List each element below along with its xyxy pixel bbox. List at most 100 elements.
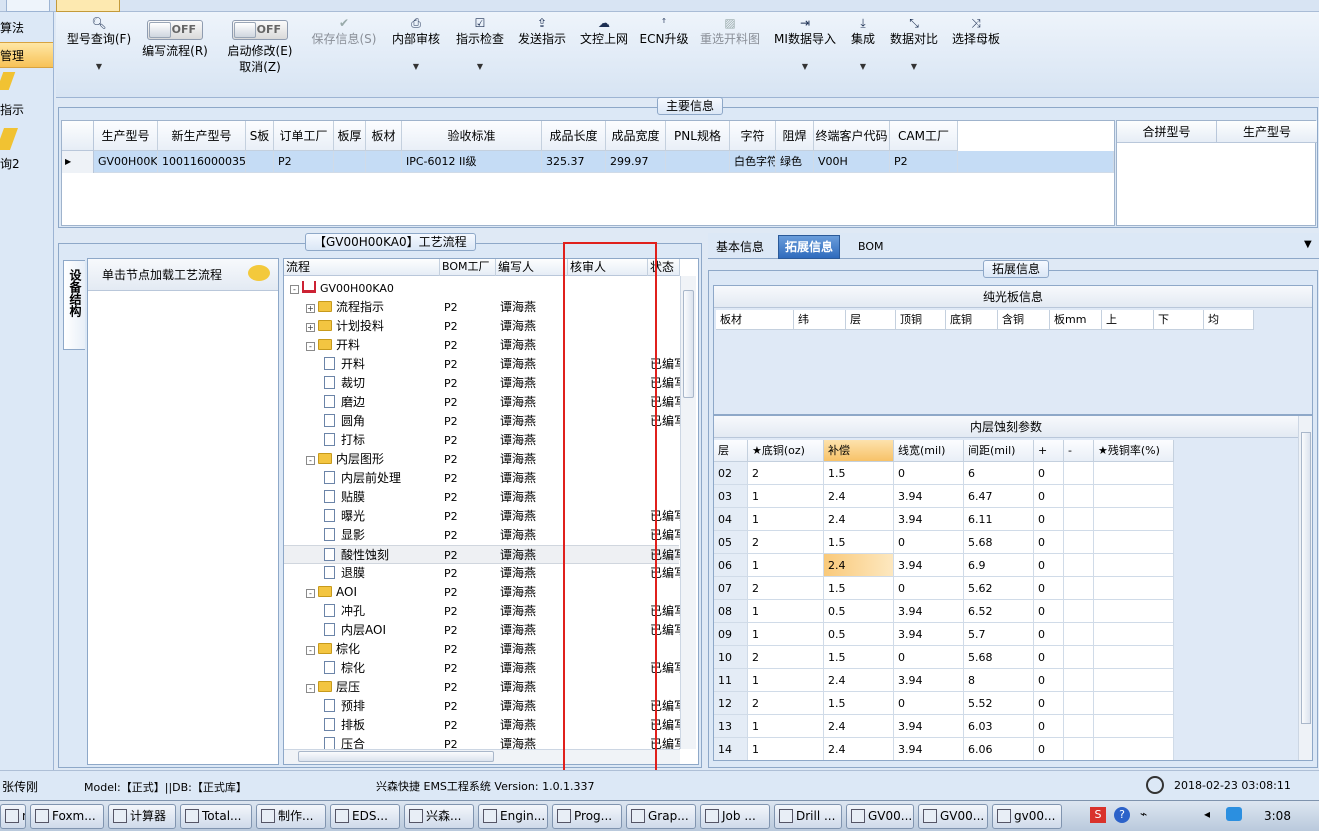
s-app-icon[interactable]: S: [1090, 807, 1106, 823]
etch-cell[interactable]: 02: [714, 462, 748, 485]
write-flow-toggle[interactable]: OFF 编写流程(R): [140, 12, 210, 92]
etch-cell[interactable]: 13: [714, 715, 748, 738]
expand-toggle-icon[interactable]: -: [306, 646, 315, 655]
top-tab[interactable]: [6, 0, 50, 12]
bare-column-header[interactable]: 纬: [794, 310, 846, 330]
etch-cell[interactable]: 2.4: [824, 508, 894, 531]
etch-cell[interactable]: [1064, 531, 1094, 554]
tab-bom[interactable]: BOM: [854, 237, 888, 257]
etch-cell[interactable]: [1094, 669, 1174, 692]
grid-cell[interactable]: 325.37: [542, 151, 606, 173]
etch-column-header[interactable]: ★底铜(oz): [748, 440, 824, 462]
etch-cell[interactable]: [1064, 623, 1094, 646]
tab-basic-info[interactable]: 基本信息: [712, 237, 768, 257]
taskbar-button[interactable]: 兴森...: [404, 804, 474, 829]
etch-cell[interactable]: 6.9: [964, 554, 1034, 577]
etch-cell[interactable]: 3.94: [894, 508, 964, 531]
bare-column-header[interactable]: 含铜: [998, 310, 1050, 330]
etch-cell[interactable]: 0: [894, 462, 964, 485]
grid-cell[interactable]: [366, 151, 402, 173]
expand-toggle-icon[interactable]: -: [306, 589, 315, 598]
column-header[interactable]: 生产型号: [94, 121, 158, 151]
etch-cell[interactable]: 1: [748, 715, 824, 738]
grid-cell[interactable]: 10011600003562: [158, 151, 246, 173]
etch-cell[interactable]: 11: [714, 669, 748, 692]
taskbar-button[interactable]: Prog...: [552, 804, 622, 829]
expand-toggle-icon[interactable]: +: [306, 323, 315, 332]
etch-column-header[interactable]: 层: [714, 440, 748, 462]
etch-cell[interactable]: [1094, 554, 1174, 577]
column-header[interactable]: 阻焊: [776, 121, 814, 151]
top-tab-active[interactable]: [56, 0, 120, 12]
taskbar-button[interactable]: ne...: [0, 804, 26, 829]
select-motherboard-button[interactable]: ⤨ 选择母板: [948, 12, 1004, 92]
etch-cell[interactable]: [1064, 554, 1094, 577]
nav-item-query2[interactable]: 询2: [0, 154, 53, 174]
etch-cell[interactable]: 6.03: [964, 715, 1034, 738]
reselect-cut-chart-button[interactable]: ▨ 重选开料图: [696, 12, 764, 92]
etch-cell[interactable]: 1: [748, 554, 824, 577]
bare-column-header[interactable]: 底铜: [946, 310, 998, 330]
etch-cell[interactable]: [1094, 531, 1174, 554]
etch-cell[interactable]: 3.94: [894, 485, 964, 508]
taskbar-button[interactable]: Engin...: [478, 804, 548, 829]
column-header[interactable]: 板厚: [334, 121, 366, 151]
etch-cell[interactable]: 0: [1034, 669, 1064, 692]
etch-cell[interactable]: 3.94: [894, 669, 964, 692]
etch-cell[interactable]: [1094, 508, 1174, 531]
grid-cell[interactable]: P2: [274, 151, 334, 173]
etch-cell[interactable]: [1064, 715, 1094, 738]
grid-cell[interactable]: [666, 151, 730, 173]
etch-cell[interactable]: 0: [894, 531, 964, 554]
internal-review-button[interactable]: ⎙ 内部审核 ▼: [388, 12, 444, 92]
etch-cell[interactable]: 0: [1034, 646, 1064, 669]
hscroll-thumb[interactable]: [298, 751, 494, 762]
etch-cell[interactable]: 0: [1034, 508, 1064, 531]
etch-cell[interactable]: 04: [714, 508, 748, 531]
etch-cell[interactable]: [1064, 485, 1094, 508]
side-tab-equipment[interactable]: 设备结构: [63, 260, 85, 350]
etch-column-header[interactable]: -: [1064, 440, 1094, 462]
bare-column-header[interactable]: 顶铜: [896, 310, 946, 330]
grid-cell[interactable]: 299.97: [606, 151, 666, 173]
etch-cell[interactable]: 12: [714, 692, 748, 715]
ecn-upgrade-button[interactable]: ꜛ ECN升级: [638, 12, 690, 92]
etch-cell[interactable]: 0: [1034, 462, 1064, 485]
grid-cell[interactable]: 绿色: [776, 151, 814, 173]
etch-cell[interactable]: 09: [714, 623, 748, 646]
etch-cell[interactable]: [1064, 462, 1094, 485]
etch-cell[interactable]: 14: [714, 738, 748, 760]
collapse-icon[interactable]: -: [290, 285, 299, 294]
etch-cell[interactable]: 0: [1034, 600, 1064, 623]
etch-cell[interactable]: 3.94: [894, 554, 964, 577]
expand-toggle-icon[interactable]: -: [306, 342, 315, 351]
column-header[interactable]: 新生产型号: [158, 121, 246, 151]
column-header[interactable]: 板材: [366, 121, 402, 151]
integrate-button[interactable]: ⤓ 集成 ▼: [846, 12, 880, 92]
etch-cell[interactable]: 3.94: [894, 738, 964, 760]
taskbar-button[interactable]: Total...: [180, 804, 252, 829]
etch-cell[interactable]: [1064, 508, 1094, 531]
grid-cell[interactable]: P2: [890, 151, 958, 173]
start-modify-toggle[interactable]: OFF 启动修改(E) 取消(Z): [224, 12, 296, 92]
taskbar-button[interactable]: EDS...: [330, 804, 400, 829]
etch-cell[interactable]: 05: [714, 531, 748, 554]
etch-cell[interactable]: 0: [1034, 531, 1064, 554]
taskbar-button[interactable]: Foxm...: [30, 804, 104, 829]
vertical-scrollbar[interactable]: [680, 276, 696, 749]
etch-cell[interactable]: [1064, 738, 1094, 760]
scroll-thumb[interactable]: [1301, 432, 1311, 724]
etch-cell[interactable]: 5.52: [964, 692, 1034, 715]
nav-item-instruction[interactable]: 指示: [0, 100, 53, 120]
etch-cell[interactable]: [1094, 623, 1174, 646]
etch-cell[interactable]: 2.4: [824, 485, 894, 508]
grid-cell[interactable]: GV00H00KA0: [94, 151, 158, 173]
column-header[interactable]: 验收标准: [402, 121, 542, 151]
tree-column-header[interactable]: BOM工厂: [440, 259, 496, 276]
grid-cell[interactable]: [334, 151, 366, 173]
etch-cell[interactable]: 1: [748, 738, 824, 760]
etch-cell[interactable]: 5.62: [964, 577, 1034, 600]
etch-cell[interactable]: 2.4: [824, 554, 894, 577]
etch-column-header[interactable]: +: [1034, 440, 1064, 462]
etch-cell[interactable]: 8: [964, 669, 1034, 692]
